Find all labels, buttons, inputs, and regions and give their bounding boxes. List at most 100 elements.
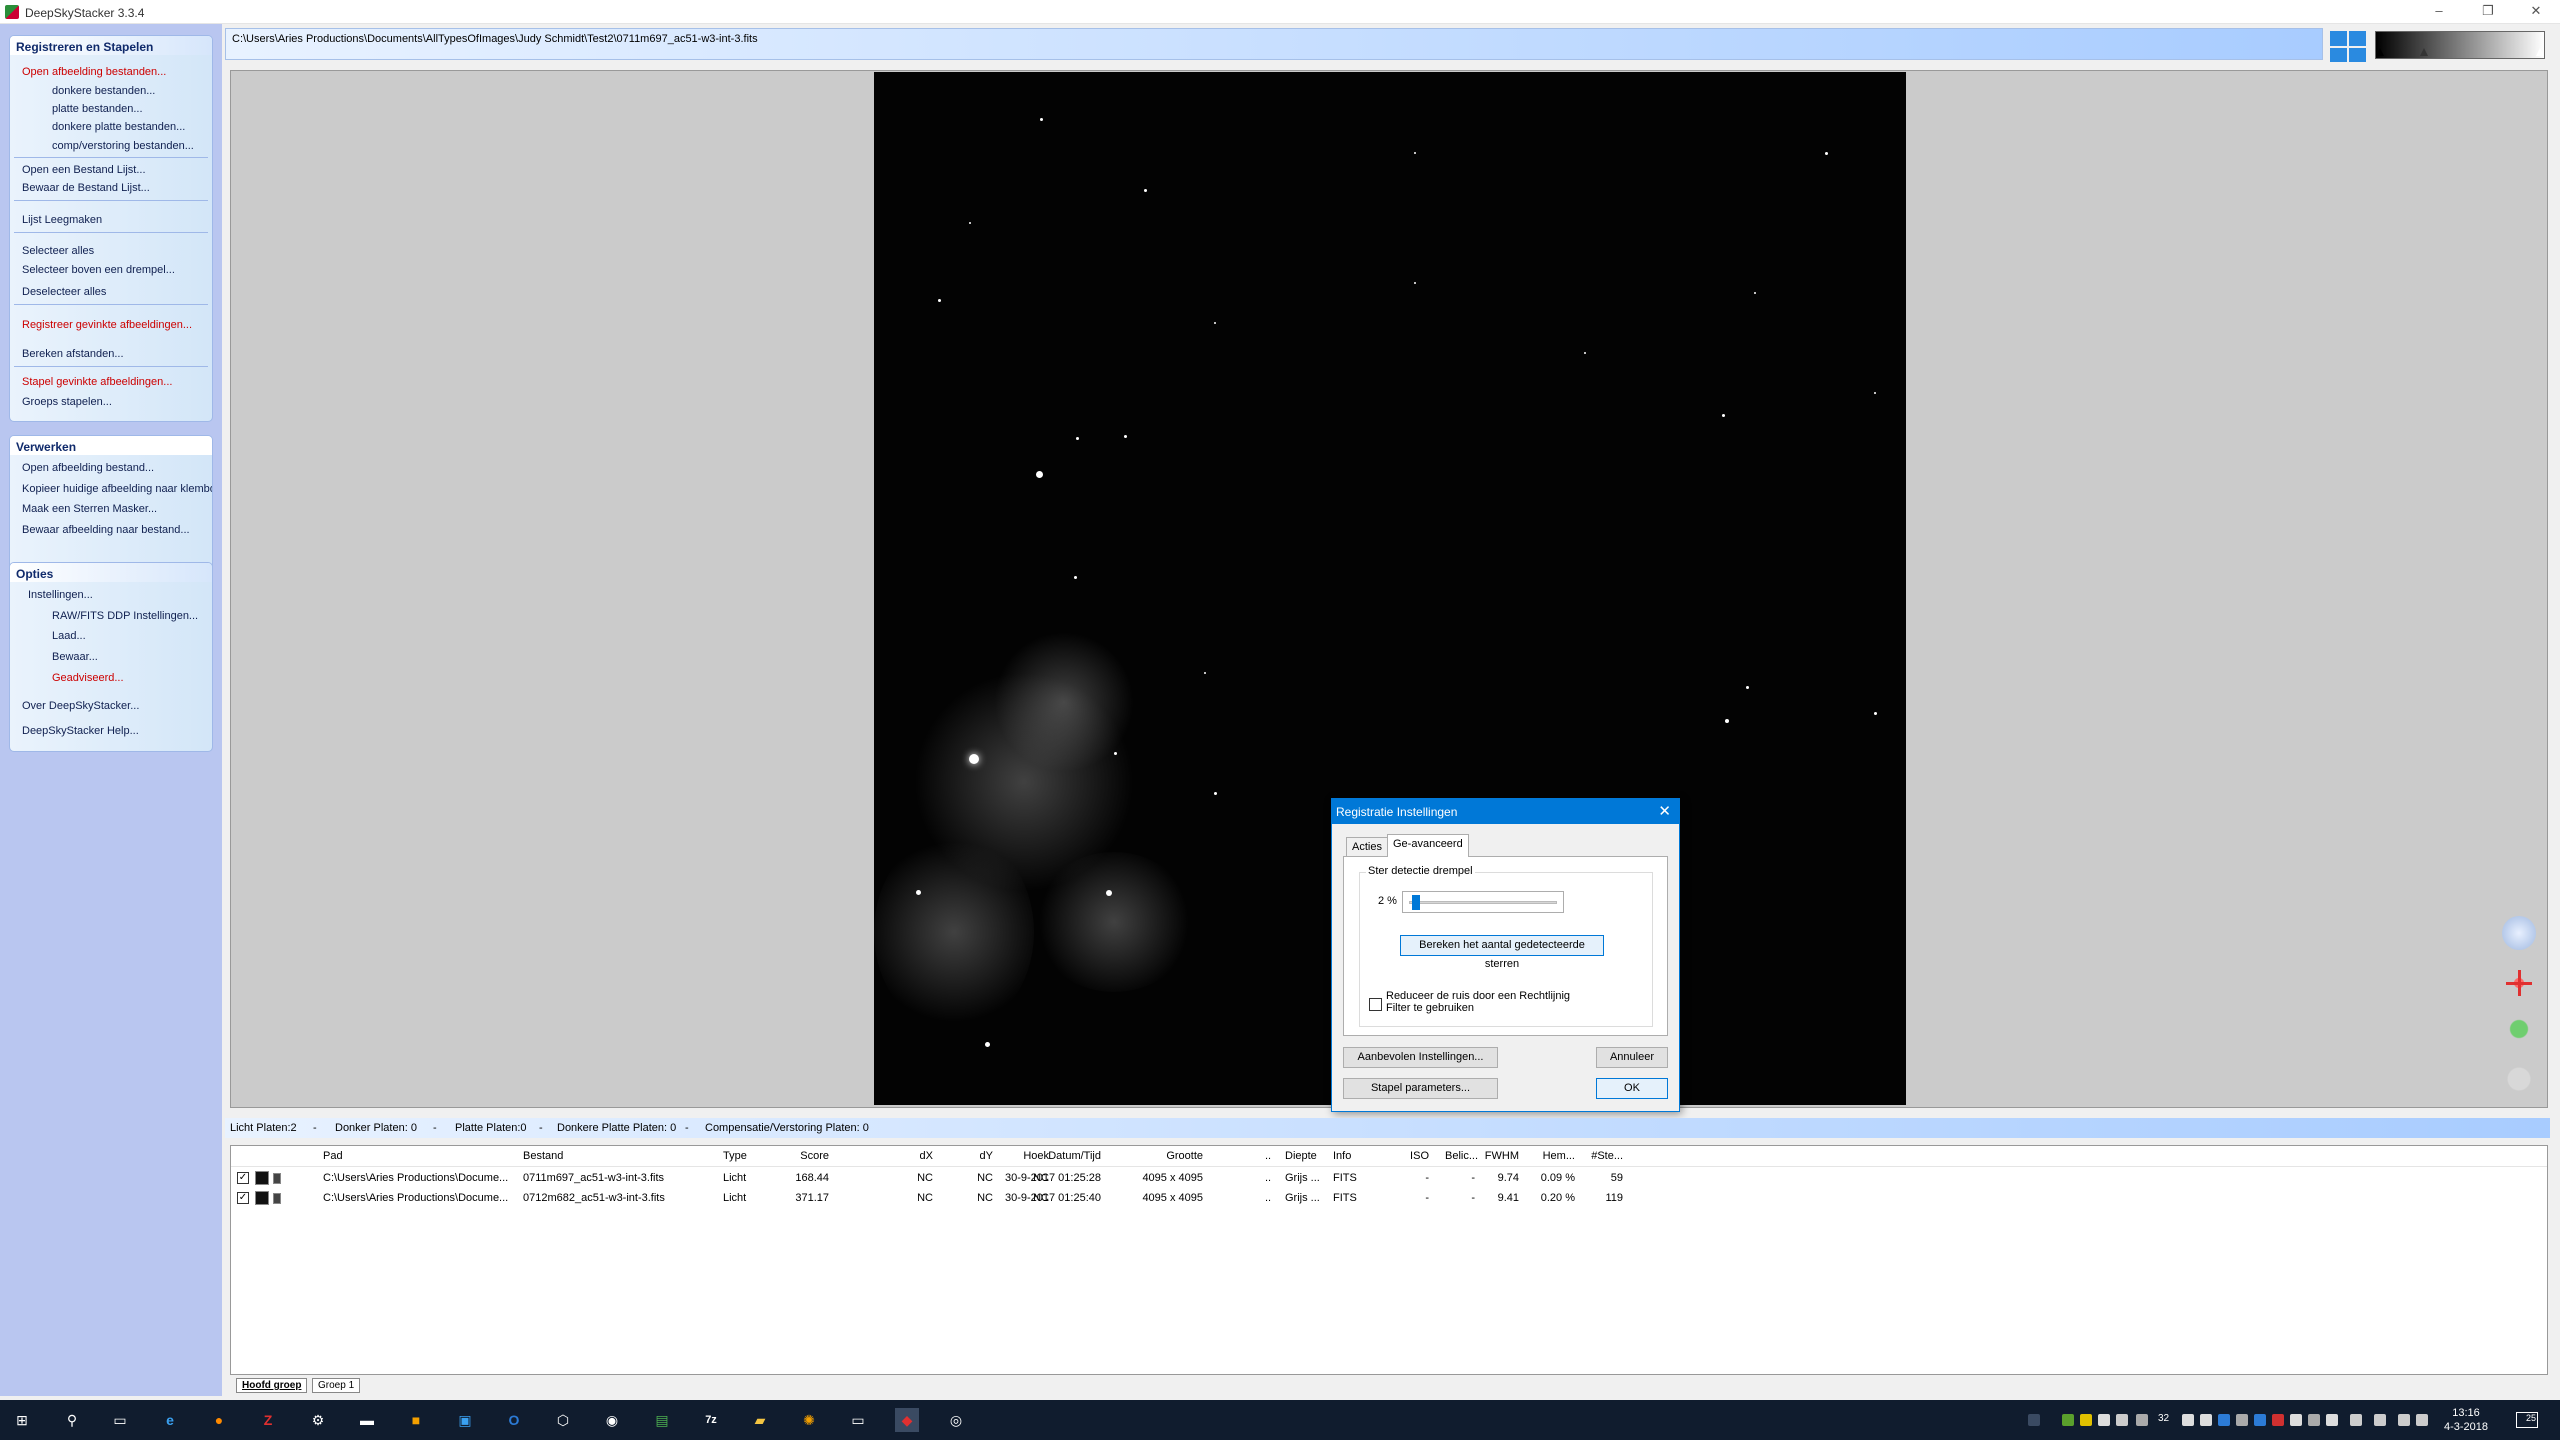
open-images-link[interactable]: Open afbeelding bestanden...: [22, 66, 166, 78]
open-darks-link[interactable]: donkere bestanden...: [52, 85, 155, 97]
tab-main-group[interactable]: Hoofd groep: [236, 1378, 308, 1393]
tab-geavanceerd[interactable]: Ge-avanceerd: [1387, 834, 1469, 857]
row-checkbox[interactable]: ✓: [237, 1192, 249, 1204]
tray-icon-6[interactable]: [2182, 1414, 2194, 1426]
star-mask-link[interactable]: Maak een Sterren Masker...: [22, 503, 157, 515]
slider-thumb[interactable]: [1411, 895, 1420, 910]
open-offsets-link[interactable]: comp/verstoring bestanden...: [52, 140, 194, 152]
column-header[interactable]: Score: [747, 1150, 829, 1162]
column-header[interactable]: Bestand: [523, 1150, 563, 1162]
app-icon-window[interactable]: ▣: [453, 1408, 477, 1432]
tray-icon-1[interactable]: [2062, 1414, 2074, 1426]
levels-gradient-slider[interactable]: [2375, 31, 2545, 59]
stacking-parameters-button[interactable]: Stapel parameters...: [1343, 1078, 1498, 1099]
select-threshold-link[interactable]: Selecteer boven een drempel...: [22, 264, 175, 276]
save-settings-link[interactable]: Bewaar...: [52, 651, 98, 663]
app-icon-sun[interactable]: ✺: [797, 1408, 821, 1432]
start-windows-icon[interactable]: ⊞: [10, 1408, 34, 1432]
tray-icon-5[interactable]: [2136, 1414, 2148, 1426]
firefox-icon[interactable]: ●: [207, 1408, 231, 1432]
tray-icon-12[interactable]: [2290, 1414, 2302, 1426]
app-icon-paint[interactable]: ■: [404, 1408, 428, 1432]
file-explorer-icon[interactable]: ▰: [748, 1408, 772, 1432]
app-icon-circle[interactable]: ◉: [600, 1408, 624, 1432]
notification-center-icon[interactable]: 25: [2516, 1412, 2538, 1428]
noise-filter-checkbox[interactable]: [1369, 998, 1382, 1011]
about-link[interactable]: Over DeepSkyStacker...: [22, 700, 139, 712]
compute-offsets-link[interactable]: Bereken afstanden...: [22, 348, 124, 360]
table-row[interactable]: ✓ C:\Users\Aries Productions\Docume... 071…: [231, 1190, 2547, 1208]
raw-fits-settings-link[interactable]: RAW/FITS DDP Instellingen...: [52, 610, 198, 622]
filezilla-icon[interactable]: Z: [256, 1408, 280, 1432]
settings-link[interactable]: Instellingen...: [28, 589, 93, 601]
tray-icon-9[interactable]: [2236, 1414, 2248, 1426]
help-link[interactable]: DeepSkyStacker Help...: [22, 725, 139, 737]
volume-icon[interactable]: [2398, 1414, 2410, 1426]
tray-icon-10[interactable]: [2254, 1414, 2266, 1426]
app-icon-drive[interactable]: ▬: [355, 1408, 379, 1432]
save-image-link[interactable]: Bewaar afbeelding naar bestand...: [22, 524, 190, 536]
select-all-link[interactable]: Selecteer alles: [22, 245, 94, 257]
app-icon-network[interactable]: ⚙: [306, 1408, 330, 1432]
tray-icon-7[interactable]: [2200, 1414, 2212, 1426]
column-header[interactable]: Pad: [323, 1150, 343, 1162]
open-flats-link[interactable]: platte bestanden...: [52, 103, 143, 115]
tray-icon-4[interactable]: [2116, 1414, 2128, 1426]
dialog-close-icon[interactable]: ✕: [1658, 802, 1671, 820]
notepad-icon[interactable]: ▤: [650, 1408, 674, 1432]
tray-icon-14[interactable]: [2326, 1414, 2338, 1426]
file-list-table[interactable]: Pad Bestand Type Score dX dY Hoek Datum/Tijd Gro…: [230, 1145, 2548, 1375]
copy-clipboard-link[interactable]: Kopieer huidige afbeelding naar klembord: [22, 483, 212, 495]
row-checkbox[interactable]: ✓: [237, 1172, 249, 1184]
tray-icon-2[interactable]: [2080, 1414, 2092, 1426]
tray-icon-8[interactable]: [2218, 1414, 2230, 1426]
column-header[interactable]: Datum/Tijd: [1001, 1150, 1101, 1162]
column-header[interactable]: Type: [723, 1150, 747, 1162]
column-header[interactable]: ISO: [1399, 1150, 1429, 1162]
save-file-list-link[interactable]: Bewaar de Bestand Lijst...: [22, 182, 150, 194]
minimize-button[interactable]: –: [2416, 0, 2462, 24]
table-row[interactable]: ✓ C:\Users\Aries Productions\Docume... 071…: [231, 1170, 2547, 1188]
wifi-icon[interactable]: [2350, 1414, 2362, 1426]
column-header[interactable]: #Ste...: [1589, 1150, 1623, 1162]
column-header[interactable]: Info: [1333, 1150, 1351, 1162]
3d-viewer-icon[interactable]: ⬡: [551, 1408, 575, 1432]
tray-icon-11[interactable]: [2272, 1414, 2284, 1426]
people-icon[interactable]: [2028, 1414, 2040, 1426]
column-header[interactable]: Grootte: [1107, 1150, 1203, 1162]
column-header[interactable]: Belic...: [1445, 1150, 1478, 1162]
app-icon-disk[interactable]: ▭: [846, 1408, 870, 1432]
open-darkflats-link[interactable]: donkere platte bestanden...: [52, 121, 185, 133]
stack-checked-link[interactable]: Stapel gevinkte afbeeldingen...: [22, 376, 172, 388]
star-add-tool-icon[interactable]: [2502, 966, 2536, 1000]
midpoint-handle[interactable]: [2420, 48, 2428, 56]
task-view-icon[interactable]: ▭: [108, 1408, 132, 1432]
tray-icon-3[interactable]: [2098, 1414, 2110, 1426]
recommended-link[interactable]: Geadviseerd...: [52, 672, 124, 684]
app-icon-round[interactable]: ◎: [944, 1408, 968, 1432]
keyboard-icon[interactable]: [2416, 1414, 2428, 1426]
comet-tool-icon[interactable]: [2502, 1012, 2536, 1046]
save-image-tool-icon[interactable]: [2502, 1062, 2536, 1096]
clear-list-link[interactable]: Lijst Leegmaken: [22, 214, 102, 226]
select-tool-icon[interactable]: [2502, 916, 2536, 950]
load-settings-link[interactable]: Laad...: [52, 630, 86, 642]
threshold-slider[interactable]: [1402, 891, 1564, 913]
column-header[interactable]: FWHM: [1483, 1150, 1519, 1162]
recommended-settings-button[interactable]: Aanbevolen Instellingen...: [1343, 1047, 1498, 1068]
clock[interactable]: 13:16 4-3-2018: [2436, 1406, 2496, 1434]
black-point-handle[interactable]: [2376, 48, 2384, 56]
column-header[interactable]: ..: [1265, 1150, 1271, 1162]
white-point-handle[interactable]: [2536, 48, 2544, 56]
ok-button[interactable]: OK: [1596, 1078, 1668, 1099]
column-header[interactable]: Hem...: [1531, 1150, 1575, 1162]
deselect-all-link[interactable]: Deselecteer alles: [22, 286, 106, 298]
battery-icon[interactable]: [2374, 1414, 2386, 1426]
column-header[interactable]: dX: [887, 1150, 933, 1162]
open-file-list-link[interactable]: Open een Bestand Lijst...: [22, 164, 146, 176]
tab-acties[interactable]: Acties: [1346, 837, 1388, 856]
cancel-button[interactable]: Annuleer: [1596, 1047, 1668, 1068]
compute-stars-button[interactable]: Bereken het aantal gedetecteerde sterren: [1400, 935, 1604, 970]
open-image-link[interactable]: Open afbeelding bestand...: [22, 462, 154, 474]
search-icon[interactable]: ⚲: [60, 1408, 84, 1432]
